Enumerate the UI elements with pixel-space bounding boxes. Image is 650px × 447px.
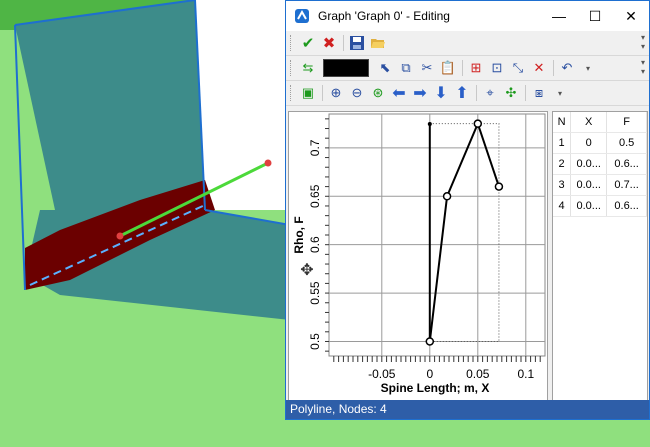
table-cell[interactable]: 0.0... [570,153,608,175]
y-tick-label: 0.65 [308,184,322,208]
graph-dialog[interactable]: Graph 'Graph 0' - Editing — ☐ ✕ ✔ ✖ ▾ ▾ ⇆… [285,0,650,420]
insert-node-icon[interactable]: ⊡ [487,58,507,78]
pan-left-icon[interactable]: ⬅ [389,83,409,103]
table-cell[interactable]: 0.7... [606,174,647,196]
x-tick-label: -0.05 [368,367,396,381]
undo-dropdown-icon[interactable]: ▾ [578,58,598,78]
move-node-icon[interactable]: ⤡ [508,58,528,78]
toolbar-main: ✔ ✖ ▾ ▾ [286,31,649,56]
table-row[interactable]: 3 0.0... 0.7... [553,174,647,196]
toolbar-grip[interactable] [290,60,294,76]
minimize-button[interactable]: — [541,1,577,31]
y-axis-ticks: 0.50.550.60.650.7 [308,118,329,352]
toolbar-edit: ⇆ ⬉ ⧉ ✂ 📋 ⊞ ⊡ ⤡ ✕ ↶ ▾ ▾ ▾ [286,56,649,81]
table-cell[interactable]: 4 [553,195,572,217]
x-tick-label: 0.1 [517,367,534,381]
table-header-f[interactable]: F [606,112,647,133]
maximize-button[interactable]: ☐ [577,1,613,31]
table-row[interactable]: 4 0.0... 0.6... [553,195,647,217]
table-header-x[interactable]: X [570,112,608,133]
zoom-fit-icon[interactable]: ⊛ [368,83,388,103]
zero-axis-marker [427,122,432,126]
series-node[interactable] [473,119,483,128]
toolbar-separator [553,60,554,76]
zoom-out-icon[interactable]: ⊖ [347,83,367,103]
toolbar-separator [322,85,323,101]
y-tick-label: 0.7 [308,139,322,156]
select-pointer-icon[interactable]: ⬉ [375,58,395,78]
copy-icon[interactable]: ⧉ [396,58,416,78]
grid-settings-icon[interactable]: ✣ [501,83,521,103]
toolbar-separator [462,60,463,76]
axis-settings-icon[interactable]: ⌖ [480,83,500,103]
open-folder-icon[interactable] [368,33,388,53]
table-cell[interactable]: 0.0... [570,195,608,217]
toolbar-view: ▣ ⊕ ⊖ ⊛ ⬅ ➡ ⬇ ⬆ ⌖ ✣ ⧆ ▾ [286,81,649,106]
swap-icon[interactable]: ⇆ [298,58,318,78]
add-node-icon[interactable]: ⊞ [466,58,486,78]
toolbar-separator [525,85,526,101]
undo-icon[interactable]: ↶ [557,58,577,78]
status-bar: Polyline, Nodes: 4 [286,400,649,419]
x-tick-label: 0 [426,367,433,381]
save-icon[interactable] [347,33,367,53]
graph-chart[interactable]: 0.50.550.60.650.7 -0.05 0 0.05 0.1 Rho, F S… [289,112,547,400]
series-node[interactable] [442,192,452,201]
series-node[interactable] [425,337,435,346]
table-cell[interactable]: 1 [553,132,572,154]
zoom-in-icon[interactable]: ⊕ [326,83,346,103]
check-icon[interactable]: ✔ [298,33,318,53]
pan-right-icon[interactable]: ➡ [410,83,430,103]
table-cell[interactable]: 3 [553,174,572,196]
table-cell[interactable]: 0.6... [606,195,647,217]
app-icon [295,9,309,23]
color-swatch[interactable] [323,59,369,77]
delete-node-icon[interactable]: ✕ [529,58,549,78]
table-cell[interactable]: 0.6... [606,153,647,175]
window-title: Graph 'Graph 0' - Editing [318,9,450,23]
y-tick-label: 0.5 [308,333,322,350]
fit-view-icon[interactable]: ▣ [298,83,318,103]
node-table[interactable]: N X F 1 0 0.5 2 0.0... 0.6... 3 0.0... 0… [552,111,648,401]
x-tick-label: 0.05 [466,367,490,381]
close-button[interactable]: ✕ [613,1,649,31]
plot-frame [328,113,546,357]
toolbar-separator [476,85,477,101]
cancel-icon[interactable]: ✖ [319,33,339,53]
x-axis-ticks: -0.05 0 0.05 0.1 [333,356,541,381]
toolbar-overflow-icon[interactable]: ▾ ▾ [641,58,645,76]
graph-options-icon[interactable]: ⧆ [529,83,549,103]
table-cell[interactable]: 0 [570,132,608,154]
move-graph-icon[interactable]: ✥ [288,255,326,285]
toolbar-overflow-icon[interactable]: ▾ ▾ [641,33,645,51]
pan-down-icon[interactable]: ⬇ [431,83,451,103]
table-row[interactable]: 2 0.0... 0.6... [553,153,647,175]
paste-icon[interactable]: 📋 [438,58,458,78]
cut-icon[interactable]: ✂ [417,58,437,78]
table-row[interactable]: 1 0 0.5 [553,132,647,154]
toolbar-separator [343,35,344,51]
y-axis-label: Rho, F [292,216,306,253]
series-node[interactable] [494,182,504,191]
table-cell[interactable]: 2 [553,153,572,175]
pan-up-icon[interactable]: ⬆ [452,83,472,103]
table-header-n[interactable]: N [553,112,572,133]
toolbar-grip[interactable] [290,35,294,51]
title-bar[interactable]: Graph 'Graph 0' - Editing — ☐ ✕ [286,1,649,31]
graph-plot-area[interactable]: 0.5 0.55 0.6 0.65 0.7 -0.05 0 0.05 0.1 Rho, F S… [288,111,548,401]
table-cell[interactable]: 0.5 [606,132,647,154]
nodes-table: N X F 1 0 0.5 2 0.0... 0.6... 3 0.0... 0… [553,112,647,217]
table-cell[interactable]: 0.0... [570,174,608,196]
y-tick-label: 0.6 [308,236,322,253]
x-axis-label: Spine Length; m, X [381,381,490,395]
graph-options-dropdown-icon[interactable]: ▾ [550,83,570,103]
toolbar-grip[interactable] [290,85,294,101]
